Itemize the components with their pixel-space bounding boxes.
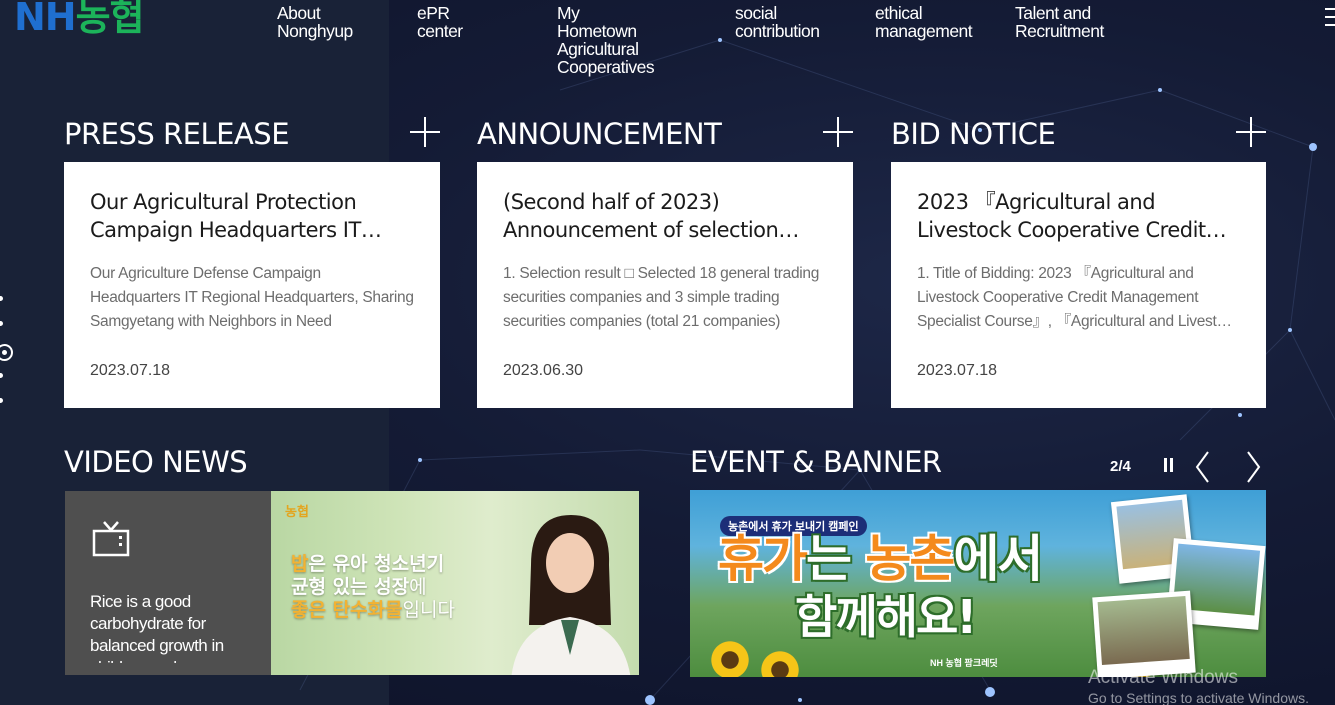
sunflower-decoration (760, 650, 800, 677)
announcement-card[interactable]: (Second half of 2023) Announcement of se… (477, 162, 853, 408)
video-news-item[interactable]: Rice is a good carbohydrate for balanced… (65, 491, 639, 675)
bid-notice-card-date: 2023.07.18 (917, 362, 998, 379)
press-release-card-date: 2023.07.18 (90, 362, 171, 379)
press-release-card-title: Our Agricultural Protection Campaign Hea… (90, 190, 361, 242)
banner-headline-line2: 함께해요! (795, 590, 977, 644)
watermark-line1: Activate Windows (1088, 667, 1238, 688)
banner-photo-3 (1092, 590, 1196, 677)
banner-headline-line1: 휴가는 농촌에서 (718, 530, 1043, 588)
announcement-heading: ANNOUNCEMENT (477, 117, 722, 151)
announcement-card-title: (Second half of 2023) Announcement of se… (503, 190, 779, 242)
press-release-card[interactable]: Our Agricultural Protection Campaign Hea… (64, 162, 440, 408)
windows-activation-watermark: Activate Windows Go to Settings to activ… (1088, 668, 1309, 705)
video-caption-panel: Rice is a good carbohydrate for balanced… (65, 491, 271, 675)
nav-epr-center[interactable]: ePR center (417, 4, 463, 40)
banner-slide-counter: 2/4 (1110, 458, 1131, 475)
chevron-left-icon[interactable] (1194, 450, 1212, 484)
presenter-illustration (511, 515, 631, 675)
chevron-right-icon[interactable] (1244, 450, 1262, 484)
video-news-caption: Rice is a good carbohydrate for balanced… (90, 592, 224, 663)
announcement-card-description: 1. Selection result □ Selected 18 genera… (503, 265, 820, 330)
nav-my-hometown-cooperatives[interactable]: My Hometown Agricultural Cooperatives (557, 4, 655, 76)
bid-notice-card-title: 2023 『Agricultural and Livestock Coopera… (917, 190, 1206, 242)
nav-social-contribution[interactable]: social contribution (735, 4, 820, 40)
press-release-card-description: Our Agriculture Defense Campaign Headqua… (90, 265, 414, 330)
logo-nh-text: NH (14, 0, 77, 39)
logo-korean-text: 농협 (75, 0, 145, 39)
event-banner-slide[interactable]: 농촌에서 휴가 보내기 캠페인 휴가는 농촌에서 함께해요! NH 농협 팜크레… (690, 490, 1266, 677)
watermark-line2: Go to Settings to activate Windows. (1088, 690, 1309, 705)
sunflower-decoration (710, 640, 750, 677)
nav-about-nonghyup[interactable]: About Nonghyup (277, 4, 353, 40)
event-banner-heading: EVENT & BANNER (690, 445, 942, 479)
bid-notice-heading: BID NOTICE (891, 117, 1056, 151)
bid-notice-card[interactable]: 2023 『Agricultural and Livestock Coopera… (891, 162, 1266, 408)
announcement-more-plus-icon[interactable] (823, 117, 853, 147)
banner-slider-controls: 2/4 (1108, 450, 1268, 484)
nav-talent-recruitment[interactable]: Talent and Recruitment (1015, 4, 1104, 40)
thumbnail-nonghyup-brand: 농협 (285, 504, 309, 519)
nav-ethical-management[interactable]: ethical management (875, 4, 973, 40)
press-release-more-plus-icon[interactable] (410, 117, 440, 147)
bid-notice-more-plus-icon[interactable] (1236, 117, 1266, 147)
press-release-heading: PRESS RELEASE (64, 117, 290, 151)
pause-icon[interactable] (1163, 458, 1175, 472)
bid-notice-card-description: 1. Title of Bidding: 2023 『Agricultural … (917, 265, 1240, 330)
announcement-card-date: 2023.06.30 (503, 362, 584, 379)
nh-nonghyup-logo[interactable]: NH농협 (14, 0, 145, 41)
thumbnail-headline: 밥은 유아 청소년기 균형 있는 성장에 좋은 탄수화물입니다 (291, 553, 455, 621)
video-news-heading: VIDEO NEWS (64, 445, 248, 479)
banner-sponsor-logos: NH 농협 팜크레딧 (930, 658, 998, 668)
tv-icon (92, 521, 130, 557)
video-thumbnail: 농협 밥은 유아 청소년기 균형 있는 성장에 좋은 탄수화물입니다 (271, 491, 639, 675)
menu-icon[interactable] (1325, 8, 1335, 30)
